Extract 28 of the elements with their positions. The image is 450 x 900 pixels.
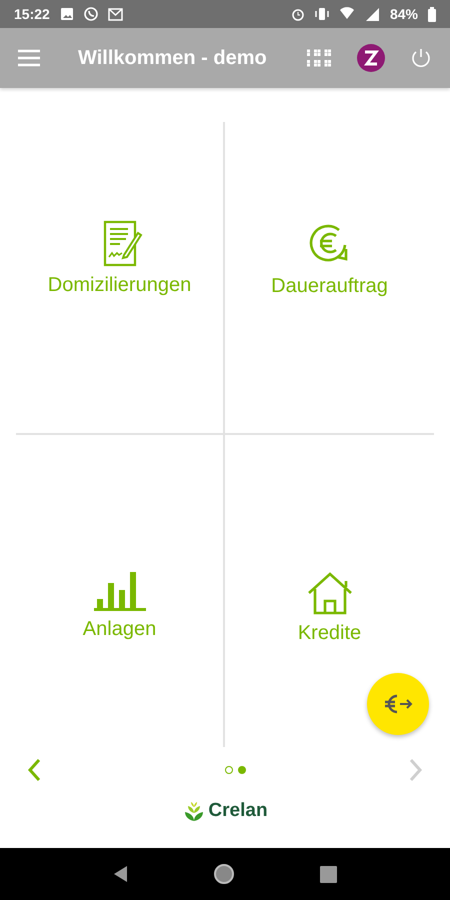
battery-icon <box>428 6 436 22</box>
vibrate-icon <box>314 7 329 21</box>
signal-icon <box>364 7 380 21</box>
mail-icon <box>108 7 123 21</box>
window-title: Willkommen - demo <box>78 46 268 70</box>
image-icon <box>60 7 74 21</box>
alarm-icon <box>290 7 305 21</box>
euro-transfer-button[interactable] <box>367 673 429 735</box>
power-icon[interactable] <box>410 47 432 69</box>
home-icon[interactable] <box>212 863 235 885</box>
page-dot[interactable] <box>238 766 246 774</box>
menu-icon[interactable] <box>18 48 40 68</box>
brand-name: Crelan <box>208 800 268 822</box>
tile-label[interactable]: Kredite <box>298 622 362 644</box>
chat-icon <box>84 7 98 21</box>
bar-chart-icon <box>94 571 146 612</box>
tile-label[interactable]: Domizilierungen <box>48 274 192 297</box>
recents-icon[interactable] <box>320 866 338 882</box>
clock: 15:22 <box>14 6 50 22</box>
back-icon[interactable] <box>112 865 128 883</box>
battery-level: 84% <box>390 6 418 22</box>
page-dot[interactable] <box>224 766 232 774</box>
tile-label[interactable]: Anlagen <box>82 618 156 641</box>
avatar-icon[interactable] <box>356 43 386 73</box>
wheat-logo-icon <box>184 800 204 822</box>
tile-label[interactable]: Dauerauftrag <box>271 275 388 298</box>
house-icon <box>306 572 354 616</box>
wifi-icon <box>338 7 355 21</box>
